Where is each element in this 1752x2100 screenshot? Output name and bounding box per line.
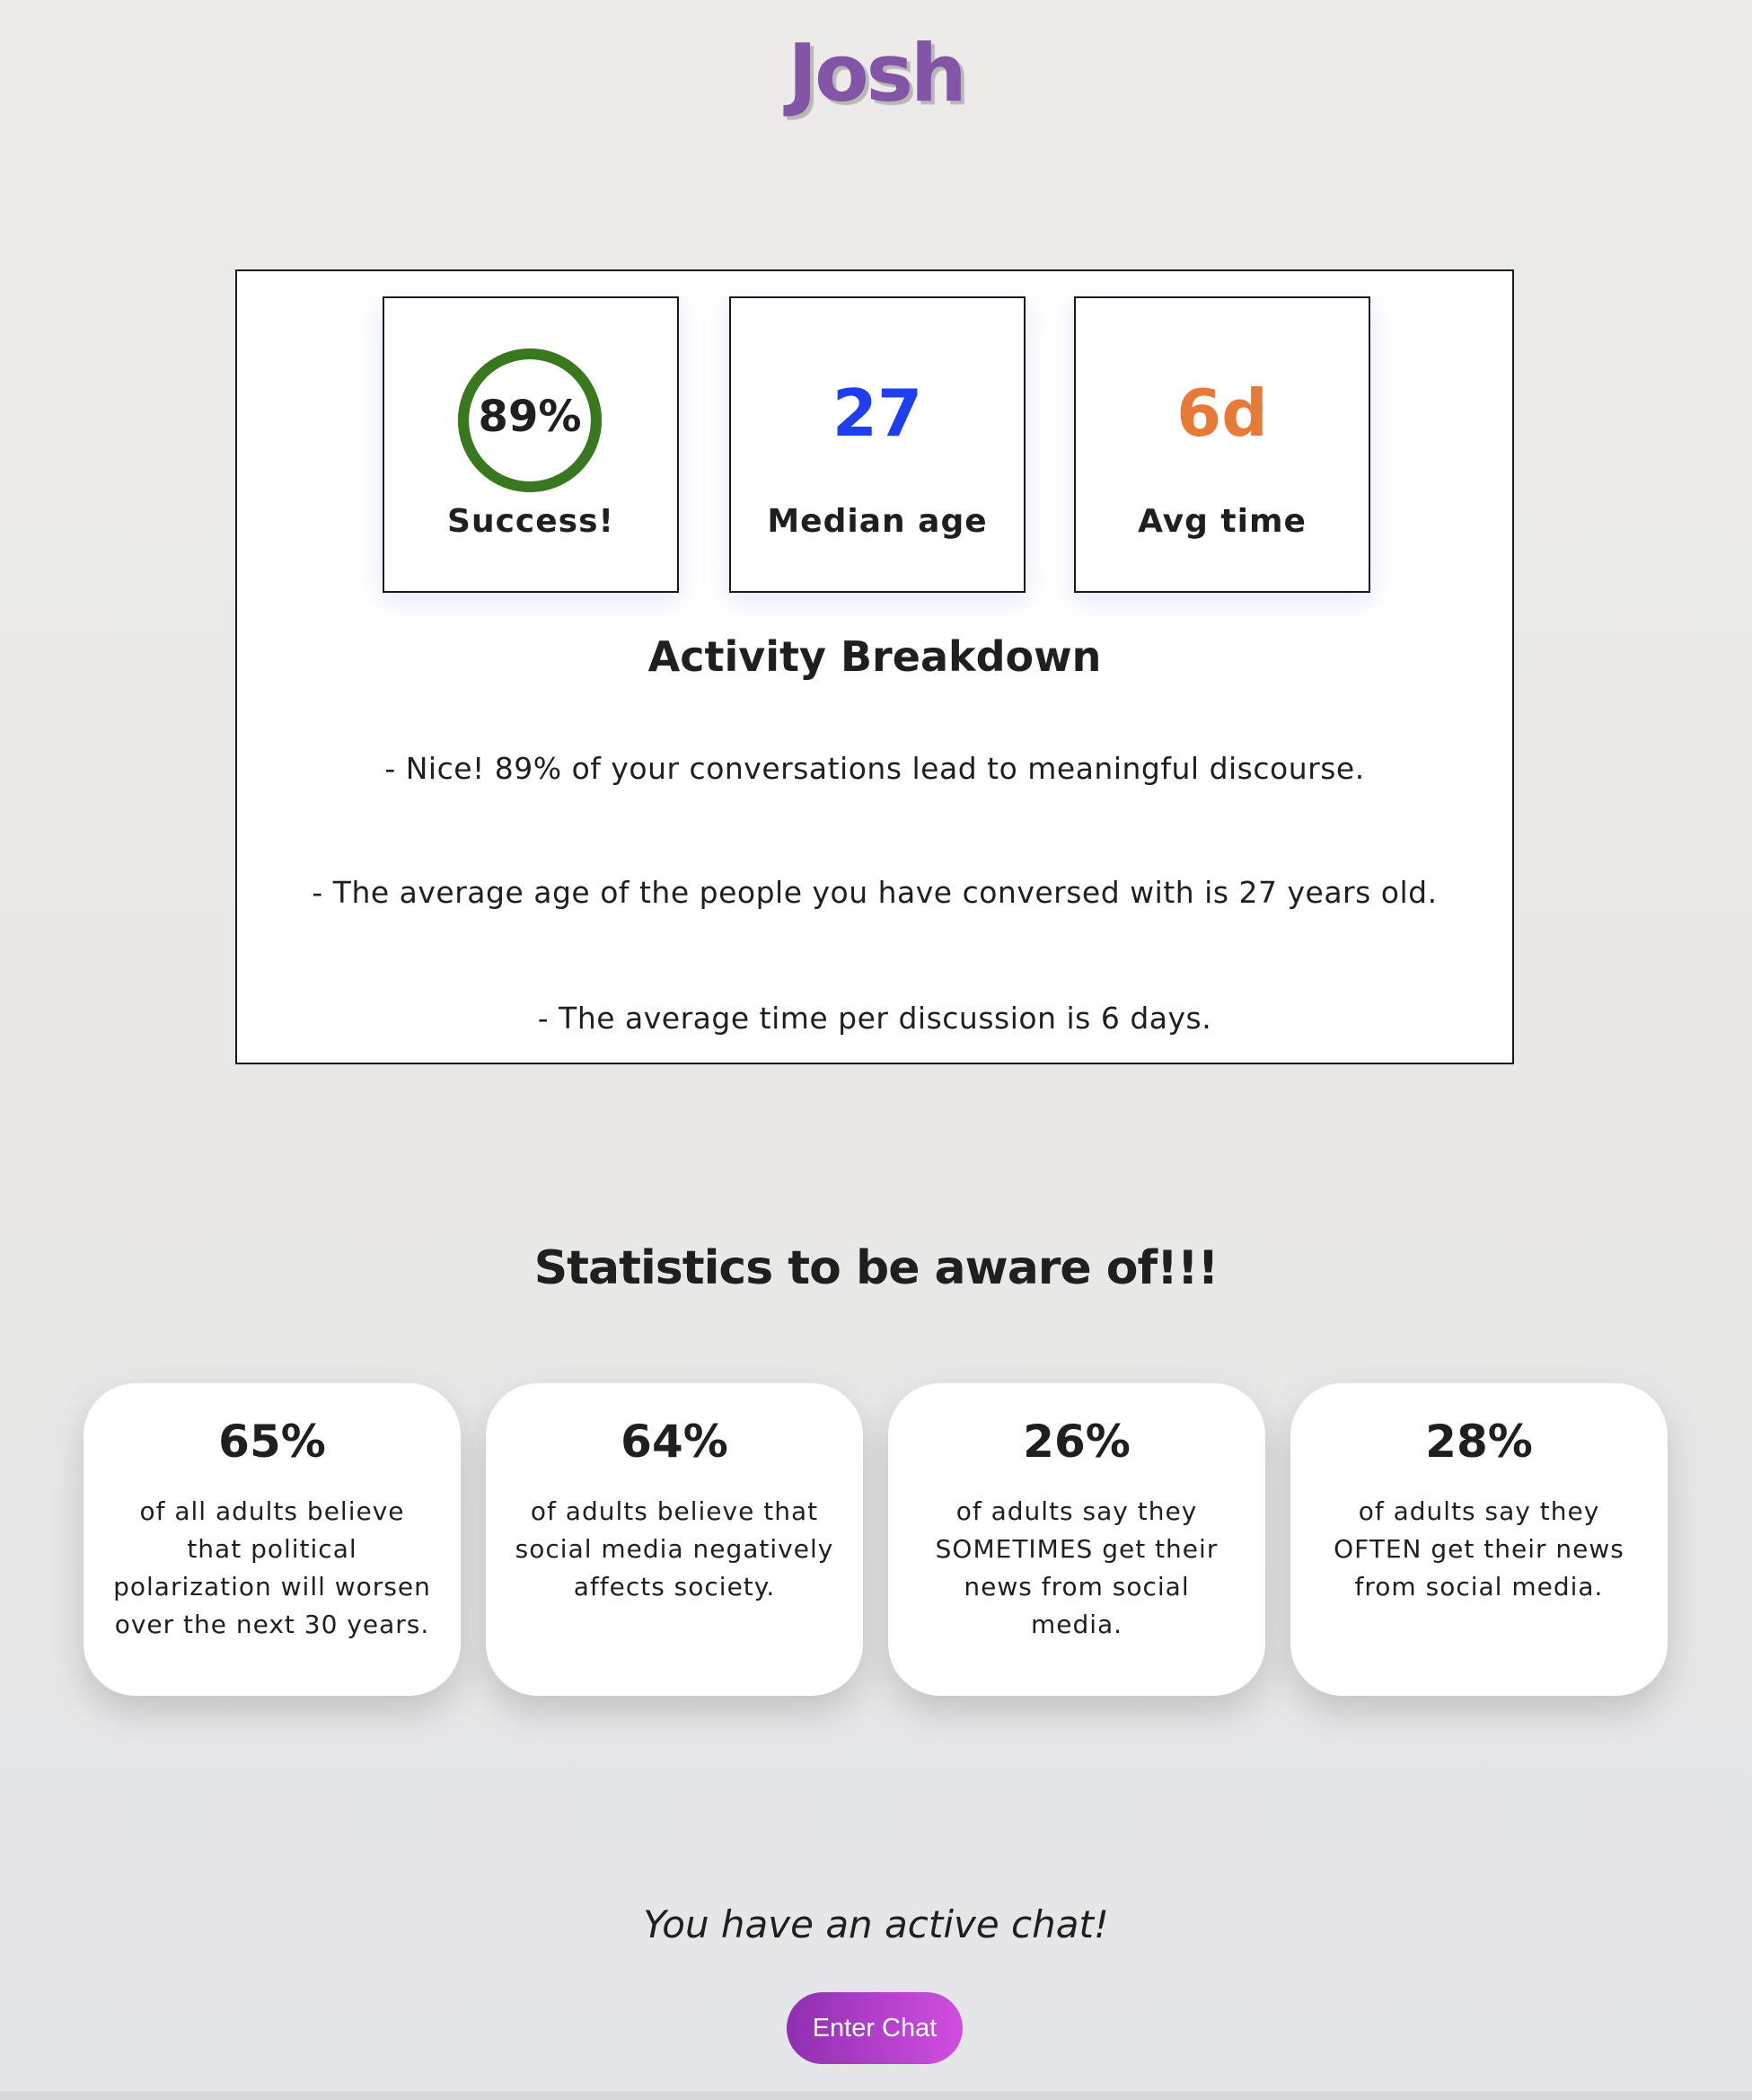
- breakdown-line-success: - Nice! 89% of your conversations lead t…: [384, 751, 1365, 786]
- stat-description: of adults say they OFTEN get their news …: [1334, 1496, 1624, 1601]
- breakdown-line-age: - The average age of the people you have…: [312, 875, 1438, 910]
- active-chat-notice: You have an active chat!: [643, 1902, 1109, 1946]
- stat-description: of all adults believe that political pol…: [113, 1496, 431, 1639]
- median-age-card: 27 Median age: [729, 296, 1026, 593]
- median-age-value: 27: [832, 375, 923, 451]
- stat-description: of adults say they SOMETIMES get their n…: [935, 1496, 1219, 1639]
- success-rate-value: 89%: [478, 392, 582, 442]
- stat-card: 26% of adults say they SOMETIMES get the…: [888, 1383, 1265, 1696]
- avg-time-card: 6d Avg time: [1074, 296, 1370, 593]
- median-age-label: Median age: [767, 503, 988, 540]
- enter-chat-button[interactable]: Enter Chat: [787, 1992, 963, 2064]
- statistics-title: Statistics to be aware of!!!: [533, 1241, 1219, 1295]
- success-ring: 89%: [456, 347, 603, 494]
- avg-time-value: 6d: [1176, 375, 1268, 451]
- stat-value: 28%: [1425, 1416, 1533, 1468]
- activity-breakdown-title: Activity Breakdown: [647, 632, 1102, 681]
- user-name: Josh: [788, 27, 966, 119]
- stat-value: 64%: [621, 1416, 728, 1468]
- success-label: Success!: [447, 503, 614, 540]
- avg-time-label: Avg time: [1138, 503, 1307, 540]
- stat-description: of adults believe that social media nega…: [515, 1496, 834, 1601]
- stat-value: 65%: [218, 1416, 326, 1468]
- stat-card: 65% of all adults believe that political…: [84, 1383, 461, 1696]
- breakdown-line-time: - The average time per discussion is 6 d…: [537, 1001, 1212, 1036]
- stat-card: 64% of adults believe that social media …: [486, 1383, 863, 1696]
- stat-value: 26%: [1023, 1416, 1131, 1468]
- activity-panel: 89% Success! 27 Median age 6d Avg time A…: [235, 269, 1514, 1064]
- stat-card: 28% of adults say they OFTEN get their n…: [1290, 1383, 1668, 1696]
- bottom-divider: [0, 2091, 1752, 2100]
- success-metric-card: 89% Success!: [383, 296, 679, 593]
